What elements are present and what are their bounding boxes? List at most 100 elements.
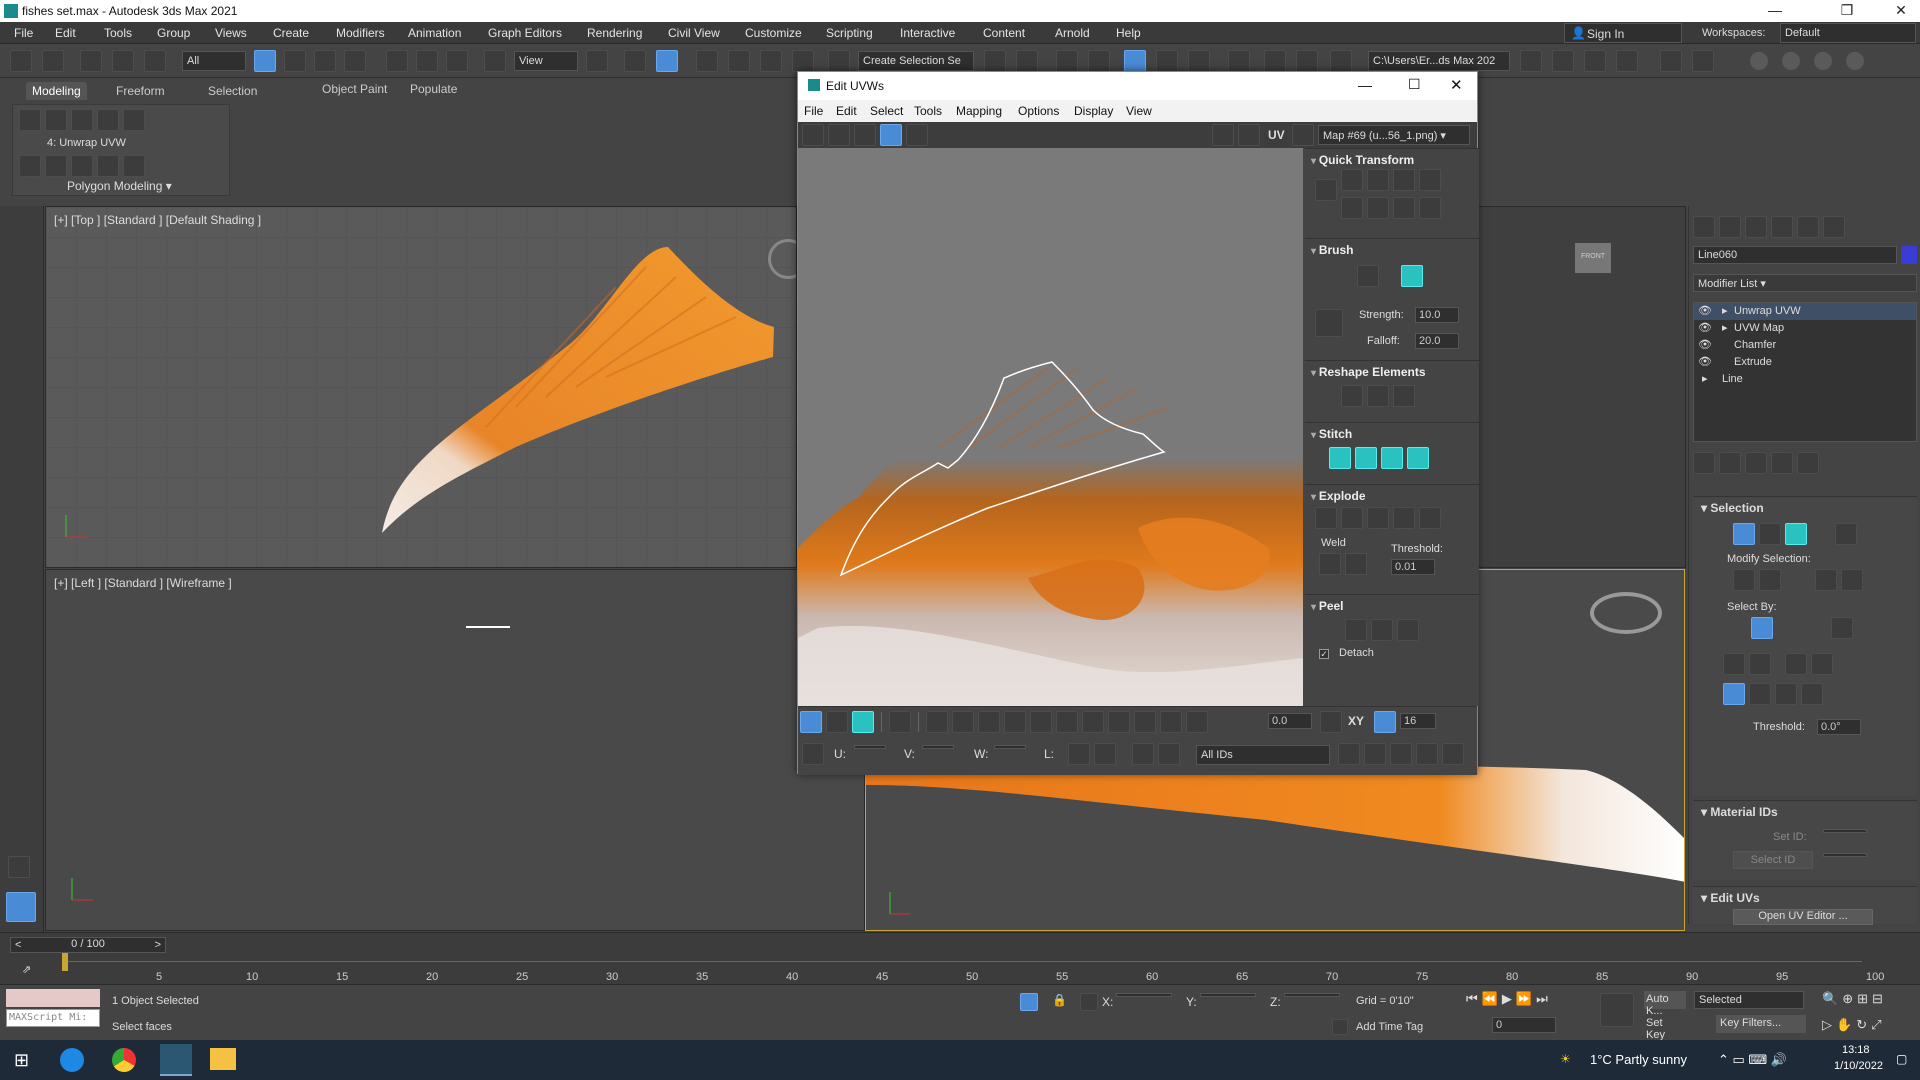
selection-lock-icon[interactable]: 🔒	[1052, 993, 1067, 1007]
uv-move-icon[interactable]	[802, 124, 824, 146]
zoom-nav-icon[interactable]: 🔍	[1822, 991, 1838, 1007]
select-by-element-icon[interactable]	[1751, 617, 1773, 639]
select-place-icon[interactable]	[484, 50, 506, 72]
explode-icon-3[interactable]	[1367, 507, 1389, 529]
ribbon-tab-object-paint[interactable]: Object Paint	[322, 82, 387, 96]
expand-arrow-icon[interactable]: ▸	[1722, 321, 1728, 334]
ribbon-tab-freeform[interactable]: Freeform	[110, 82, 171, 100]
vertex-sub-icon[interactable]	[800, 711, 822, 733]
peel-mode-icon[interactable]	[1371, 619, 1393, 641]
z-axis-icon[interactable]	[1801, 683, 1823, 705]
window-crossing-icon[interactable]	[344, 50, 366, 72]
isolate-icon[interactable]	[1020, 993, 1038, 1011]
menu-create[interactable]: Create	[273, 26, 309, 40]
sel-element-icon[interactable]	[1835, 523, 1857, 545]
pixel-snap-icon[interactable]	[1374, 711, 1396, 733]
expand-icon[interactable]	[8, 856, 30, 878]
edge-browser-icon[interactable]	[60, 1048, 84, 1072]
expand-arrow-icon[interactable]: ▸	[1722, 304, 1728, 317]
qt-space-h-icon[interactable]	[1419, 169, 1441, 191]
strength-input[interactable]: 10.0	[1415, 307, 1459, 323]
curve-toggle-icon[interactable]: ⇗	[22, 963, 31, 976]
set-key-big-icon[interactable]	[1600, 993, 1634, 1027]
menu-help[interactable]: Help	[1116, 26, 1141, 40]
time-slider[interactable]: < 0 / 100 >	[10, 937, 166, 953]
schematic-view-icon[interactable]	[1188, 50, 1210, 72]
notifications-icon[interactable]: ▢	[1896, 1052, 1907, 1066]
selection-rollout-title[interactable]: ▾ Selection	[1701, 501, 1764, 515]
uvw-menu-display[interactable]: Display	[1074, 104, 1113, 118]
stitch-target-icon[interactable]	[1407, 447, 1429, 469]
z-input[interactable]	[1284, 993, 1340, 997]
project-folder-icon[interactable]	[1520, 50, 1542, 72]
key-mode-select[interactable]: Selected	[1694, 991, 1804, 1009]
menu-graph-editors[interactable]: Graph Editors	[488, 26, 562, 40]
u-input[interactable]	[854, 745, 886, 749]
ribbon-tool-icon-5[interactable]	[123, 155, 145, 177]
zoom-extents-icon[interactable]	[1416, 743, 1438, 765]
fov-icon[interactable]: ▷	[1822, 1017, 1832, 1033]
pin-stack-icon[interactable]	[1693, 452, 1715, 474]
rect-selection-icon[interactable]	[314, 50, 336, 72]
eye-icon[interactable]: 👁	[1698, 304, 1712, 317]
stack-item-uvw-map[interactable]: 👁 ▸ UVW Map	[1694, 320, 1916, 337]
ignore-backfacing-icon[interactable]	[1723, 653, 1745, 675]
element-mode-icon[interactable]	[123, 109, 145, 131]
show-map-icon[interactable]	[1238, 124, 1260, 146]
object-color-swatch[interactable]	[1901, 246, 1917, 264]
maxscript-mini-input[interactable]: MAXScript Mi:	[6, 1009, 100, 1027]
menu-customize[interactable]: Customize	[745, 26, 802, 40]
explode-icon-5[interactable]	[1419, 507, 1441, 529]
selection-filter-select[interactable]: All	[182, 51, 246, 71]
toolbar-circle-icon-3[interactable]	[1814, 52, 1832, 70]
ribbon-tool-icon-3[interactable]	[71, 155, 93, 177]
stack-item-chamfer[interactable]: 👁 Chamfer	[1694, 337, 1916, 354]
menu-file[interactable]: File	[14, 26, 33, 40]
edge-mode-icon[interactable]	[45, 109, 67, 131]
eye-icon[interactable]: 👁	[1698, 338, 1712, 351]
axis-select-icon[interactable]	[1723, 683, 1745, 705]
grow-icon[interactable]	[1733, 569, 1755, 591]
undo-icon[interactable]	[10, 50, 32, 72]
shrink-selection-icon[interactable]	[952, 711, 974, 733]
pixels-input[interactable]: 16	[1400, 713, 1436, 729]
explode-icon-1[interactable]	[1315, 507, 1337, 529]
uv-mirror-icon[interactable]	[906, 124, 928, 146]
toolbar-extra-icon-3[interactable]	[1616, 50, 1638, 72]
layer-explorer-icon[interactable]	[1088, 50, 1110, 72]
qt-grid-icon[interactable]	[1367, 197, 1389, 219]
show-end-result-icon[interactable]	[1719, 452, 1741, 474]
toolbar-circle-icon-1[interactable]	[1750, 52, 1768, 70]
close-icon[interactable]: ✕	[1886, 2, 1916, 19]
straighten-icon[interactable]	[1341, 385, 1363, 407]
qt-pivot-icon[interactable]	[1315, 179, 1337, 201]
weather-text[interactable]: 1°C Partly sunny	[1590, 1052, 1687, 1067]
y-axis-icon[interactable]	[1775, 683, 1797, 705]
expand-arrow-icon[interactable]: ▸	[1702, 372, 1708, 385]
render-setup-icon[interactable]	[1264, 50, 1286, 72]
rollout-brush-title[interactable]: Brush	[1311, 243, 1473, 257]
time-tag-icon[interactable]	[1332, 1019, 1348, 1035]
polygon-mode-icon[interactable]	[97, 109, 119, 131]
uv-rotate-icon[interactable]	[828, 124, 850, 146]
select-object-icon[interactable]	[254, 50, 276, 72]
sel-threshold-input[interactable]: 0.0°	[1817, 719, 1861, 735]
menu-animation[interactable]: Animation	[408, 26, 461, 40]
utilities-tab-icon[interactable]	[1823, 216, 1845, 238]
spinner-snap-icon[interactable]	[792, 50, 814, 72]
ribbon-tab-selection[interactable]: Selection	[202, 82, 263, 100]
bind-space-warp-icon[interactable]	[144, 50, 166, 72]
select-scale-icon[interactable]	[446, 50, 468, 72]
redo-icon[interactable]	[42, 50, 64, 72]
hide-icon[interactable]	[1132, 743, 1154, 765]
ribbon-tab-populate[interactable]: Populate	[410, 82, 457, 96]
v-input[interactable]	[922, 745, 954, 749]
prev-frame-icon[interactable]: ⏪	[1482, 991, 1498, 1007]
ring-sel-icon[interactable]	[1841, 569, 1863, 591]
relax-icon[interactable]	[1367, 385, 1389, 407]
uv-freeform-icon[interactable]	[880, 124, 902, 146]
shrink-icon[interactable]	[1759, 569, 1781, 591]
viewcube-perspective-icon[interactable]	[1590, 592, 1662, 634]
zoom-ext-all-icon[interactable]: ⊟	[1872, 991, 1883, 1007]
ids-select[interactable]: All IDs	[1196, 745, 1330, 765]
